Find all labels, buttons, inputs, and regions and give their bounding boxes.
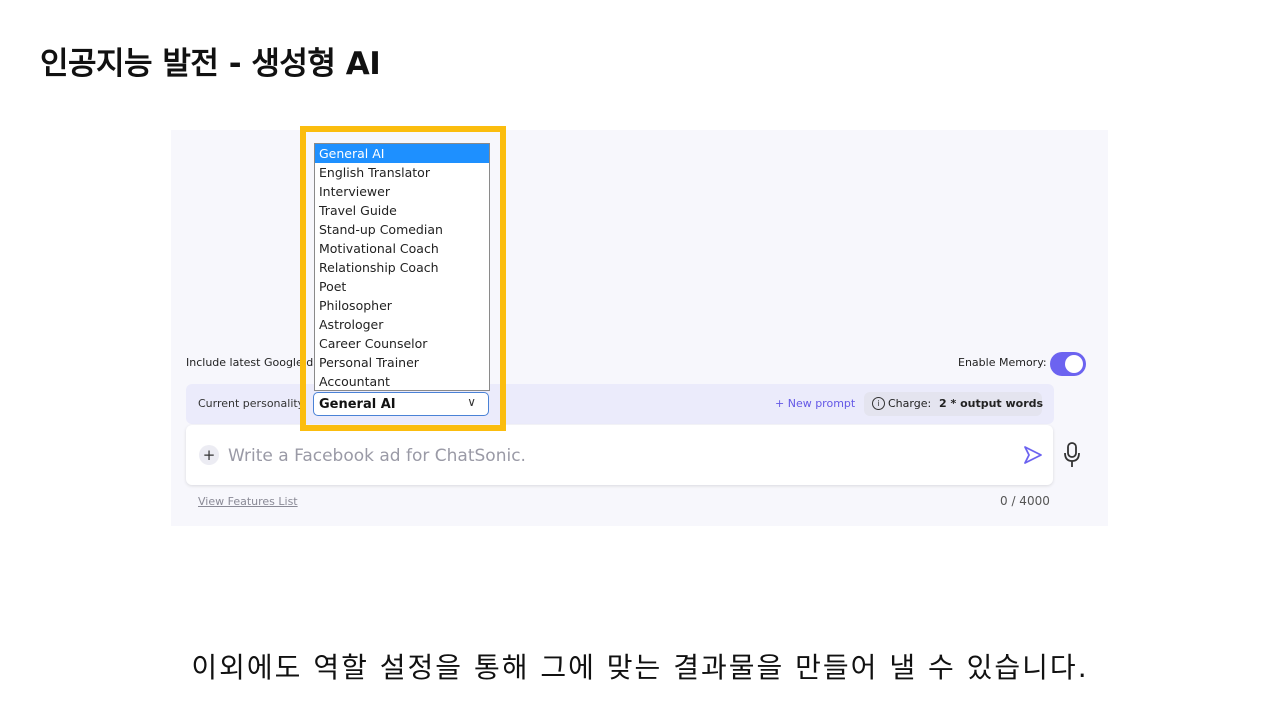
dropdown-option[interactable]: Career Counselor: [315, 334, 489, 353]
charge-badge: i Charge: 2 * output words: [864, 392, 1044, 416]
dropdown-option[interactable]: Relationship Coach: [315, 258, 489, 277]
dropdown-option[interactable]: Personal Trainer: [315, 353, 489, 372]
charge-value: 2 * output words: [939, 397, 1044, 410]
new-prompt-button[interactable]: + New prompt: [775, 397, 855, 410]
dropdown-option[interactable]: Stand-up Comedian: [315, 220, 489, 239]
message-input[interactable]: [226, 443, 990, 469]
slide-title: 인공지능 발전 - 생성형 AI: [40, 46, 381, 82]
enable-memory-toggle[interactable]: [1050, 352, 1086, 376]
dropdown-option[interactable]: Motivational Coach: [315, 239, 489, 258]
slide-caption: 이외에도 역할 설정을 통해 그에 맞는 결과물을 만들어 낼 수 있습니다.: [191, 651, 1089, 684]
charge-label: Charge:: [888, 397, 932, 410]
character-count: 0 / 4000: [1000, 494, 1050, 508]
dropdown-option[interactable]: Astrologer: [315, 315, 489, 334]
dropdown-option[interactable]: Poet: [315, 277, 489, 296]
message-input-container: +: [186, 425, 1053, 485]
dropdown-option[interactable]: Accountant: [315, 372, 489, 391]
dropdown-option[interactable]: English Translator: [315, 163, 489, 182]
plus-icon[interactable]: +: [199, 445, 219, 465]
enable-memory-label: Enable Memory:: [958, 356, 1047, 369]
dropdown-option[interactable]: General AI: [315, 144, 489, 163]
dropdown-option[interactable]: Philosopher: [315, 296, 489, 315]
info-icon: i: [872, 397, 885, 410]
view-features-link[interactable]: View Features List: [198, 495, 298, 508]
toggle-knob: [1065, 355, 1083, 373]
dropdown-option[interactable]: Travel Guide: [315, 201, 489, 220]
current-personality-label: Current personality: [198, 397, 305, 410]
dropdown-option[interactable]: Interviewer: [315, 182, 489, 201]
send-icon[interactable]: [1022, 444, 1044, 466]
microphone-icon[interactable]: [1062, 441, 1082, 469]
personality-dropdown-list[interactable]: General AI English Translator Interviewe…: [314, 143, 490, 391]
